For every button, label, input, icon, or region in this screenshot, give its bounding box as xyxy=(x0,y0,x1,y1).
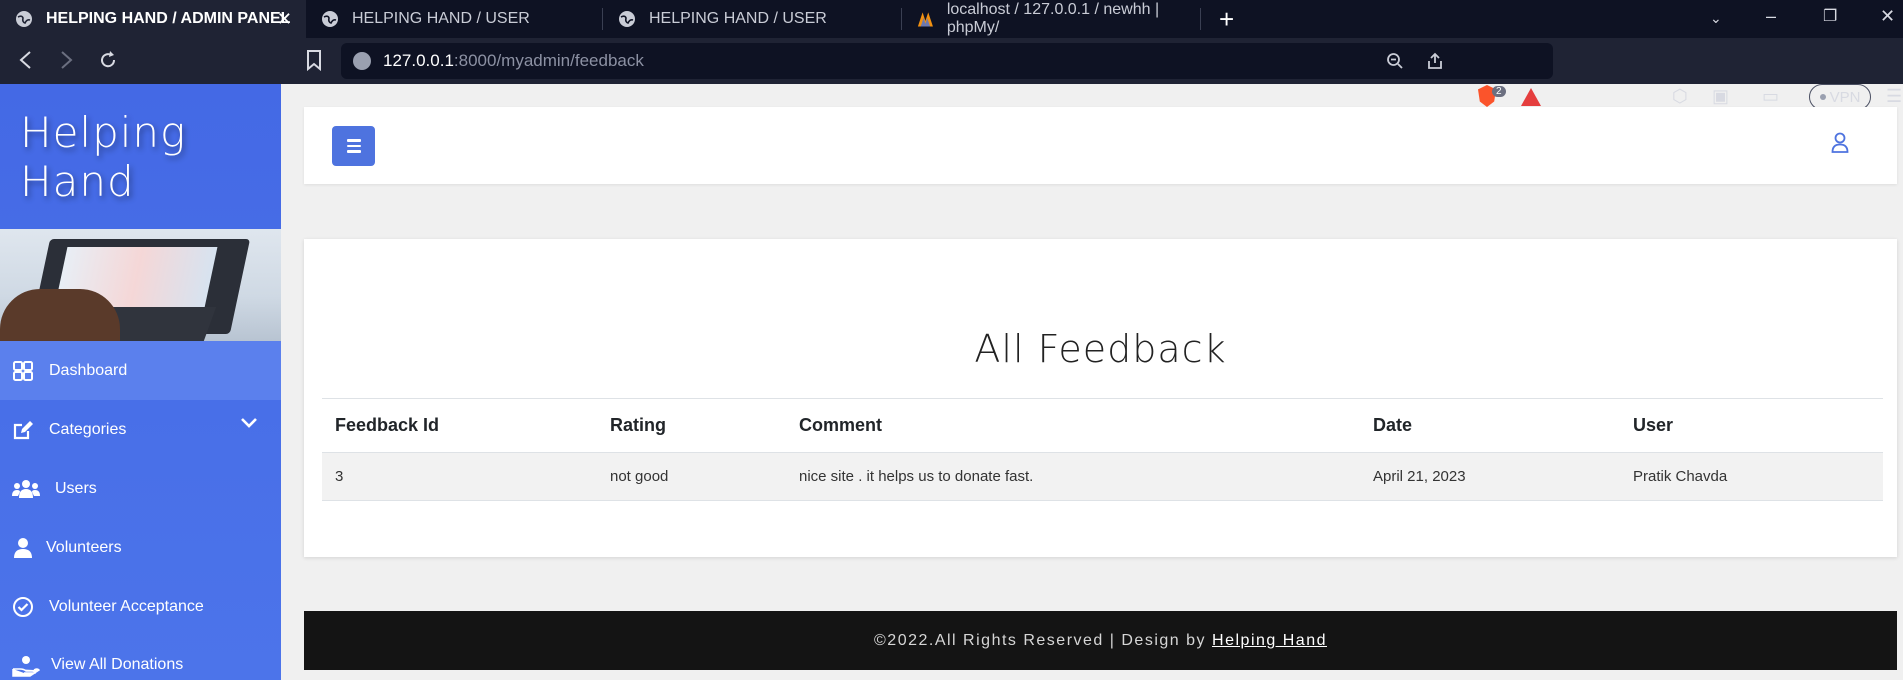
footer-link[interactable]: Helping Hand xyxy=(1212,632,1327,650)
brand-logo[interactable]: Helping Hand xyxy=(20,108,186,206)
leo-ai-icon[interactable]: ⬡ xyxy=(1672,86,1688,107)
tab-user-1[interactable]: HELPING HAND / USER xyxy=(306,0,602,38)
date-cell: April 21, 2023 xyxy=(1373,468,1466,485)
restore-icon[interactable]: ❐ xyxy=(1823,6,1837,26)
sidebar: Helping Hand Dashboard Categories Users … xyxy=(0,84,281,680)
close-window-icon[interactable]: ✕ xyxy=(1880,6,1895,27)
sidebar-item-label: Volunteers xyxy=(46,538,122,556)
tab-title: localhost / 127.0.0.1 / newhh | phpMy/ xyxy=(946,1,1160,36)
check-circle-icon xyxy=(12,596,34,618)
comment-cell: nice site . it helps us to donate fast. xyxy=(799,468,1034,485)
sidebar-item-label: View All Donations xyxy=(51,656,184,673)
wallet-icon[interactable]: ▭ xyxy=(1762,86,1779,107)
sidebar-item-label: Volunteer Acceptance xyxy=(49,597,204,615)
sidebar-item-users[interactable]: Users xyxy=(0,459,281,518)
brave-rewards-icon[interactable] xyxy=(1521,88,1541,106)
copyright-text: ©2022.All Rights Reserved | Design by xyxy=(874,631,1207,649)
brand-line-2: Hand xyxy=(20,157,135,206)
sidebar-item-dashboard[interactable]: Dashboard xyxy=(0,341,281,400)
forward-icon[interactable] xyxy=(58,50,74,76)
browser-tab-bar: HELPING HAND / ADMIN PANEL ✕ HELPING HAN… xyxy=(0,0,1903,38)
tab-title: HELPING HAND / ADMIN PANEL xyxy=(46,10,291,27)
globe-icon xyxy=(16,11,32,27)
back-icon[interactable] xyxy=(18,50,34,76)
new-tab-button[interactable]: + xyxy=(1219,6,1234,32)
rating-cell: not good xyxy=(610,468,669,485)
tab-admin-panel[interactable]: HELPING HAND / ADMIN PANEL ✕ xyxy=(0,0,306,38)
sidebar-hero-image xyxy=(0,229,281,341)
sidebar-item-label: Categories xyxy=(49,420,127,438)
dashboard-icon xyxy=(12,360,34,382)
minimize-icon[interactable]: – xyxy=(1766,6,1776,27)
sidebar-toggle-button[interactable] xyxy=(332,126,375,166)
column-header: Rating xyxy=(610,415,666,435)
sidebar-item-label: Dashboard xyxy=(49,361,128,379)
user-profile-icon[interactable] xyxy=(1831,132,1849,159)
chevron-down-icon[interactable] xyxy=(240,416,258,434)
vpn-label: VPN xyxy=(1829,88,1861,106)
shield-count-badge: 2 xyxy=(1492,86,1506,97)
column-header: Comment xyxy=(799,415,883,435)
share-icon[interactable] xyxy=(1426,52,1444,75)
feedback-table: Feedback Id Rating Comment Date User 3 n… xyxy=(322,398,1883,501)
table-header-row: Feedback Id Rating Comment Date User xyxy=(322,398,1883,453)
column-header: Feedback Id xyxy=(335,415,440,435)
footer: ©2022.All Rights Reserved | Design by He… xyxy=(304,611,1897,670)
edit-icon xyxy=(12,419,34,441)
url-text[interactable]: 127.0.0.1:8000/myadmin/feedback xyxy=(383,51,644,71)
column-header: User xyxy=(1633,415,1674,435)
sidebar-item-categories[interactable]: Categories xyxy=(0,400,281,459)
user-icon xyxy=(12,537,34,559)
brand-line-1: Helping xyxy=(20,108,187,157)
sidebar-item-view-all-donations[interactable]: View All Donations xyxy=(0,636,281,680)
globe-icon xyxy=(619,11,635,27)
bookmark-icon[interactable] xyxy=(306,49,322,76)
tab-phpmyadmin[interactable]: localhost / 127.0.0.1 / newhh | phpMy/ xyxy=(902,0,1200,38)
tab-separator xyxy=(1200,8,1201,30)
url-path: :8000/myadmin/feedback xyxy=(453,51,644,70)
close-tab-icon[interactable]: ✕ xyxy=(277,9,292,30)
feedback-id-cell: 3 xyxy=(335,468,344,485)
feedback-card: All Feedback Feedback Id Rating Comment … xyxy=(304,239,1897,557)
tab-title: HELPING HAND / USER xyxy=(352,10,530,27)
phpmyadmin-icon xyxy=(917,12,933,27)
table-row: 3 not good nice site . it helps us to do… xyxy=(322,453,1883,501)
column-header: Date xyxy=(1373,415,1413,435)
sidebar-item-label: Users xyxy=(55,479,97,497)
tab-user-2[interactable]: HELPING HAND / USER xyxy=(603,0,901,38)
users-icon xyxy=(12,478,40,500)
url-host: 127.0.0.1 xyxy=(383,51,454,70)
address-bar[interactable]: 127.0.0.1:8000/myadmin/feedback xyxy=(341,43,1553,79)
menu-icon[interactable]: ☰ xyxy=(1886,86,1902,107)
user-cell: Pratik Chavda xyxy=(1633,468,1728,485)
vpn-status-dot xyxy=(1819,94,1826,100)
top-navbar xyxy=(304,107,1897,184)
page-title: All Feedback xyxy=(974,327,1227,371)
sidebar-toggle-icon[interactable]: ▣ xyxy=(1712,86,1729,107)
sidebar-item-volunteers[interactable]: Volunteers xyxy=(0,518,281,577)
sidebar-item-volunteer-acceptance[interactable]: Volunteer Acceptance xyxy=(0,577,281,636)
tab-list-chevron-icon[interactable]: ⌄ xyxy=(1710,10,1722,27)
site-info-icon[interactable] xyxy=(353,52,371,70)
reload-icon[interactable] xyxy=(98,50,118,76)
donation-hand-icon xyxy=(12,655,40,677)
browser-toolbar: 127.0.0.1:8000/myadmin/feedback 2 ⬡ ▣ ▭ … xyxy=(0,38,1903,110)
hand-illustration xyxy=(0,289,120,341)
zoom-icon[interactable] xyxy=(1386,52,1404,75)
globe-icon xyxy=(322,11,338,27)
tab-title: HELPING HAND / USER xyxy=(649,10,827,27)
